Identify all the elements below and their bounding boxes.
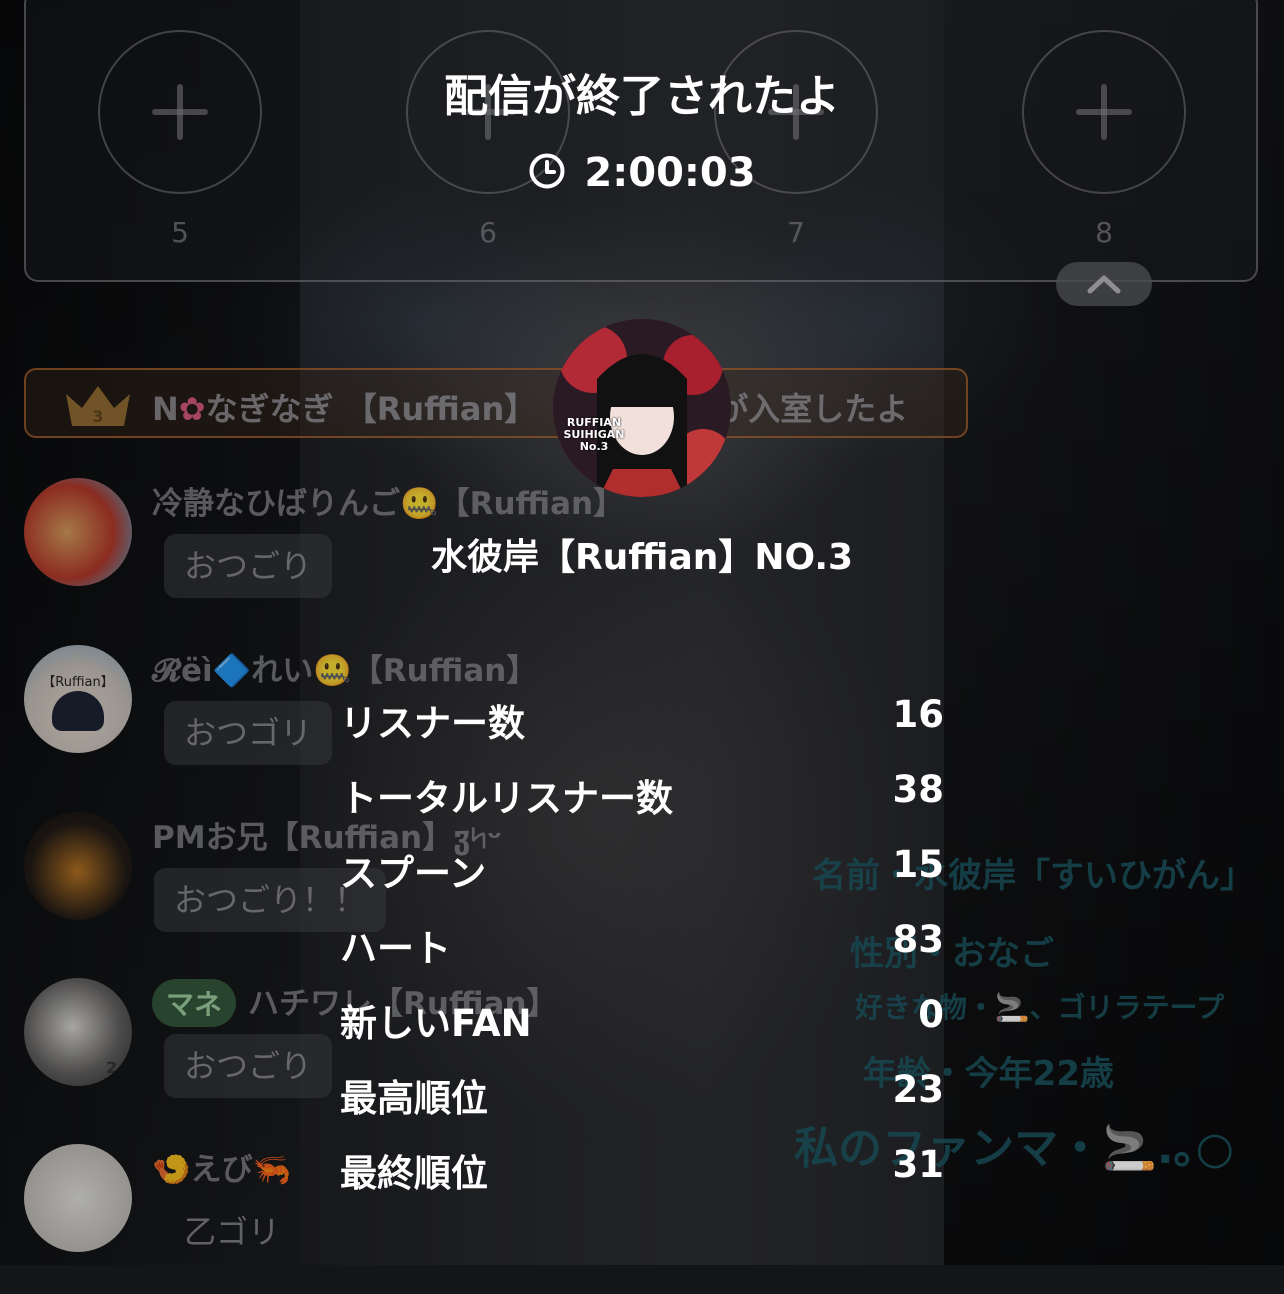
entry-banner: 3 N✿なぎなぎ 【Ruffian】 が入室したよ [24, 368, 968, 438]
chevron-up-icon [1087, 275, 1121, 294]
chat-username: 冷静なひばりんご🤐【Ruffian】 [152, 486, 625, 522]
avatar[interactable]: 【Ruffian】 [24, 645, 132, 753]
slot-number: 6 [479, 216, 497, 249]
entry-prefix: N [152, 390, 179, 428]
stats-list: リスナー数 16 トータルリスナー数 38 スプーン 15 ハート 83 新しい… [340, 693, 944, 1218]
host-avatar: RUFFIAN SUIHIGAN No.3 [553, 319, 731, 497]
guest-slot-panel: 5 6 7 8 [24, 0, 1258, 282]
chat-username: 𝓡ëì🔷れい🤐【Ruffian】 [152, 653, 538, 689]
slot-number: 7 [787, 216, 805, 249]
avatar-label: 【Ruffian】 [42, 675, 114, 690]
chat-bubble: おつゴリ [164, 701, 333, 765]
stat-row-hearts: ハート 83 [340, 918, 944, 993]
manager-badge: マネ [152, 979, 237, 1027]
chat-bubble: おつごり [164, 1034, 333, 1098]
chat-username: 🍤えび🦐 [152, 1152, 292, 1188]
stat-label: スプーン [340, 852, 487, 895]
stat-label: ハート [340, 927, 451, 970]
stat-value: 83 [892, 918, 945, 961]
entry-text: N✿なぎなぎ 【Ruffian】 が入室したよ [152, 384, 908, 430]
stat-row-total-listeners: トータルリスナー数 38 [340, 768, 944, 843]
collapse-slots-button[interactable] [1056, 262, 1152, 306]
stat-value: 23 [892, 1068, 945, 1111]
live-ended-title: 配信が終了されたよ [444, 71, 840, 122]
stat-label: 最終順位 [340, 1152, 488, 1195]
stat-value: 15 [892, 843, 945, 886]
duration-value: 2:00:03 [584, 150, 756, 196]
slot-number: 8 [1095, 216, 1113, 249]
stat-row-best-rank: 最高順位 23 [340, 1068, 944, 1143]
stat-label: 最高順位 [340, 1077, 488, 1120]
host-avatar-watermark: RUFFIAN SUIHIGAN No.3 [563, 416, 625, 453]
avatar[interactable]: 2 [24, 978, 132, 1086]
stat-value: 38 [892, 768, 945, 811]
flower-icon: ✿ [178, 390, 206, 428]
stat-value: 16 [892, 693, 945, 736]
avatar-rank-badge: 2 [106, 1058, 118, 1077]
stat-label: トータルリスナー数 [340, 777, 673, 820]
host-name: 水彼岸【Ruffian】NO.3 [430, 537, 854, 578]
stat-row-listeners: リスナー数 16 [340, 693, 944, 768]
entry-suffix: が入室したよ [716, 390, 909, 428]
stat-row-new-fans: 新しいFAN 0 [340, 993, 944, 1068]
stat-label: 新しいFAN [340, 1002, 532, 1045]
stat-value: 0 [918, 993, 944, 1036]
stat-row-final-rank: 最終順位 31 [340, 1143, 944, 1218]
stat-label: リスナー数 [340, 702, 525, 745]
crown-rank: 3 [92, 407, 103, 426]
slot-number: 5 [171, 216, 189, 249]
chat-bubble: 乙ゴリ [184, 1213, 281, 1251]
stat-row-spoons: スプーン 15 [340, 843, 944, 918]
clock-icon [529, 153, 565, 189]
live-duration: 2:00:03 [0, 150, 1284, 196]
avatar[interactable] [24, 812, 132, 920]
avatar[interactable] [24, 1144, 132, 1252]
host-avatar-image [553, 319, 731, 497]
stat-value: 31 [892, 1143, 945, 1186]
entry-name: なぎなぎ 【Ruffian】 [205, 390, 537, 428]
crown-icon: 3 [66, 386, 130, 426]
